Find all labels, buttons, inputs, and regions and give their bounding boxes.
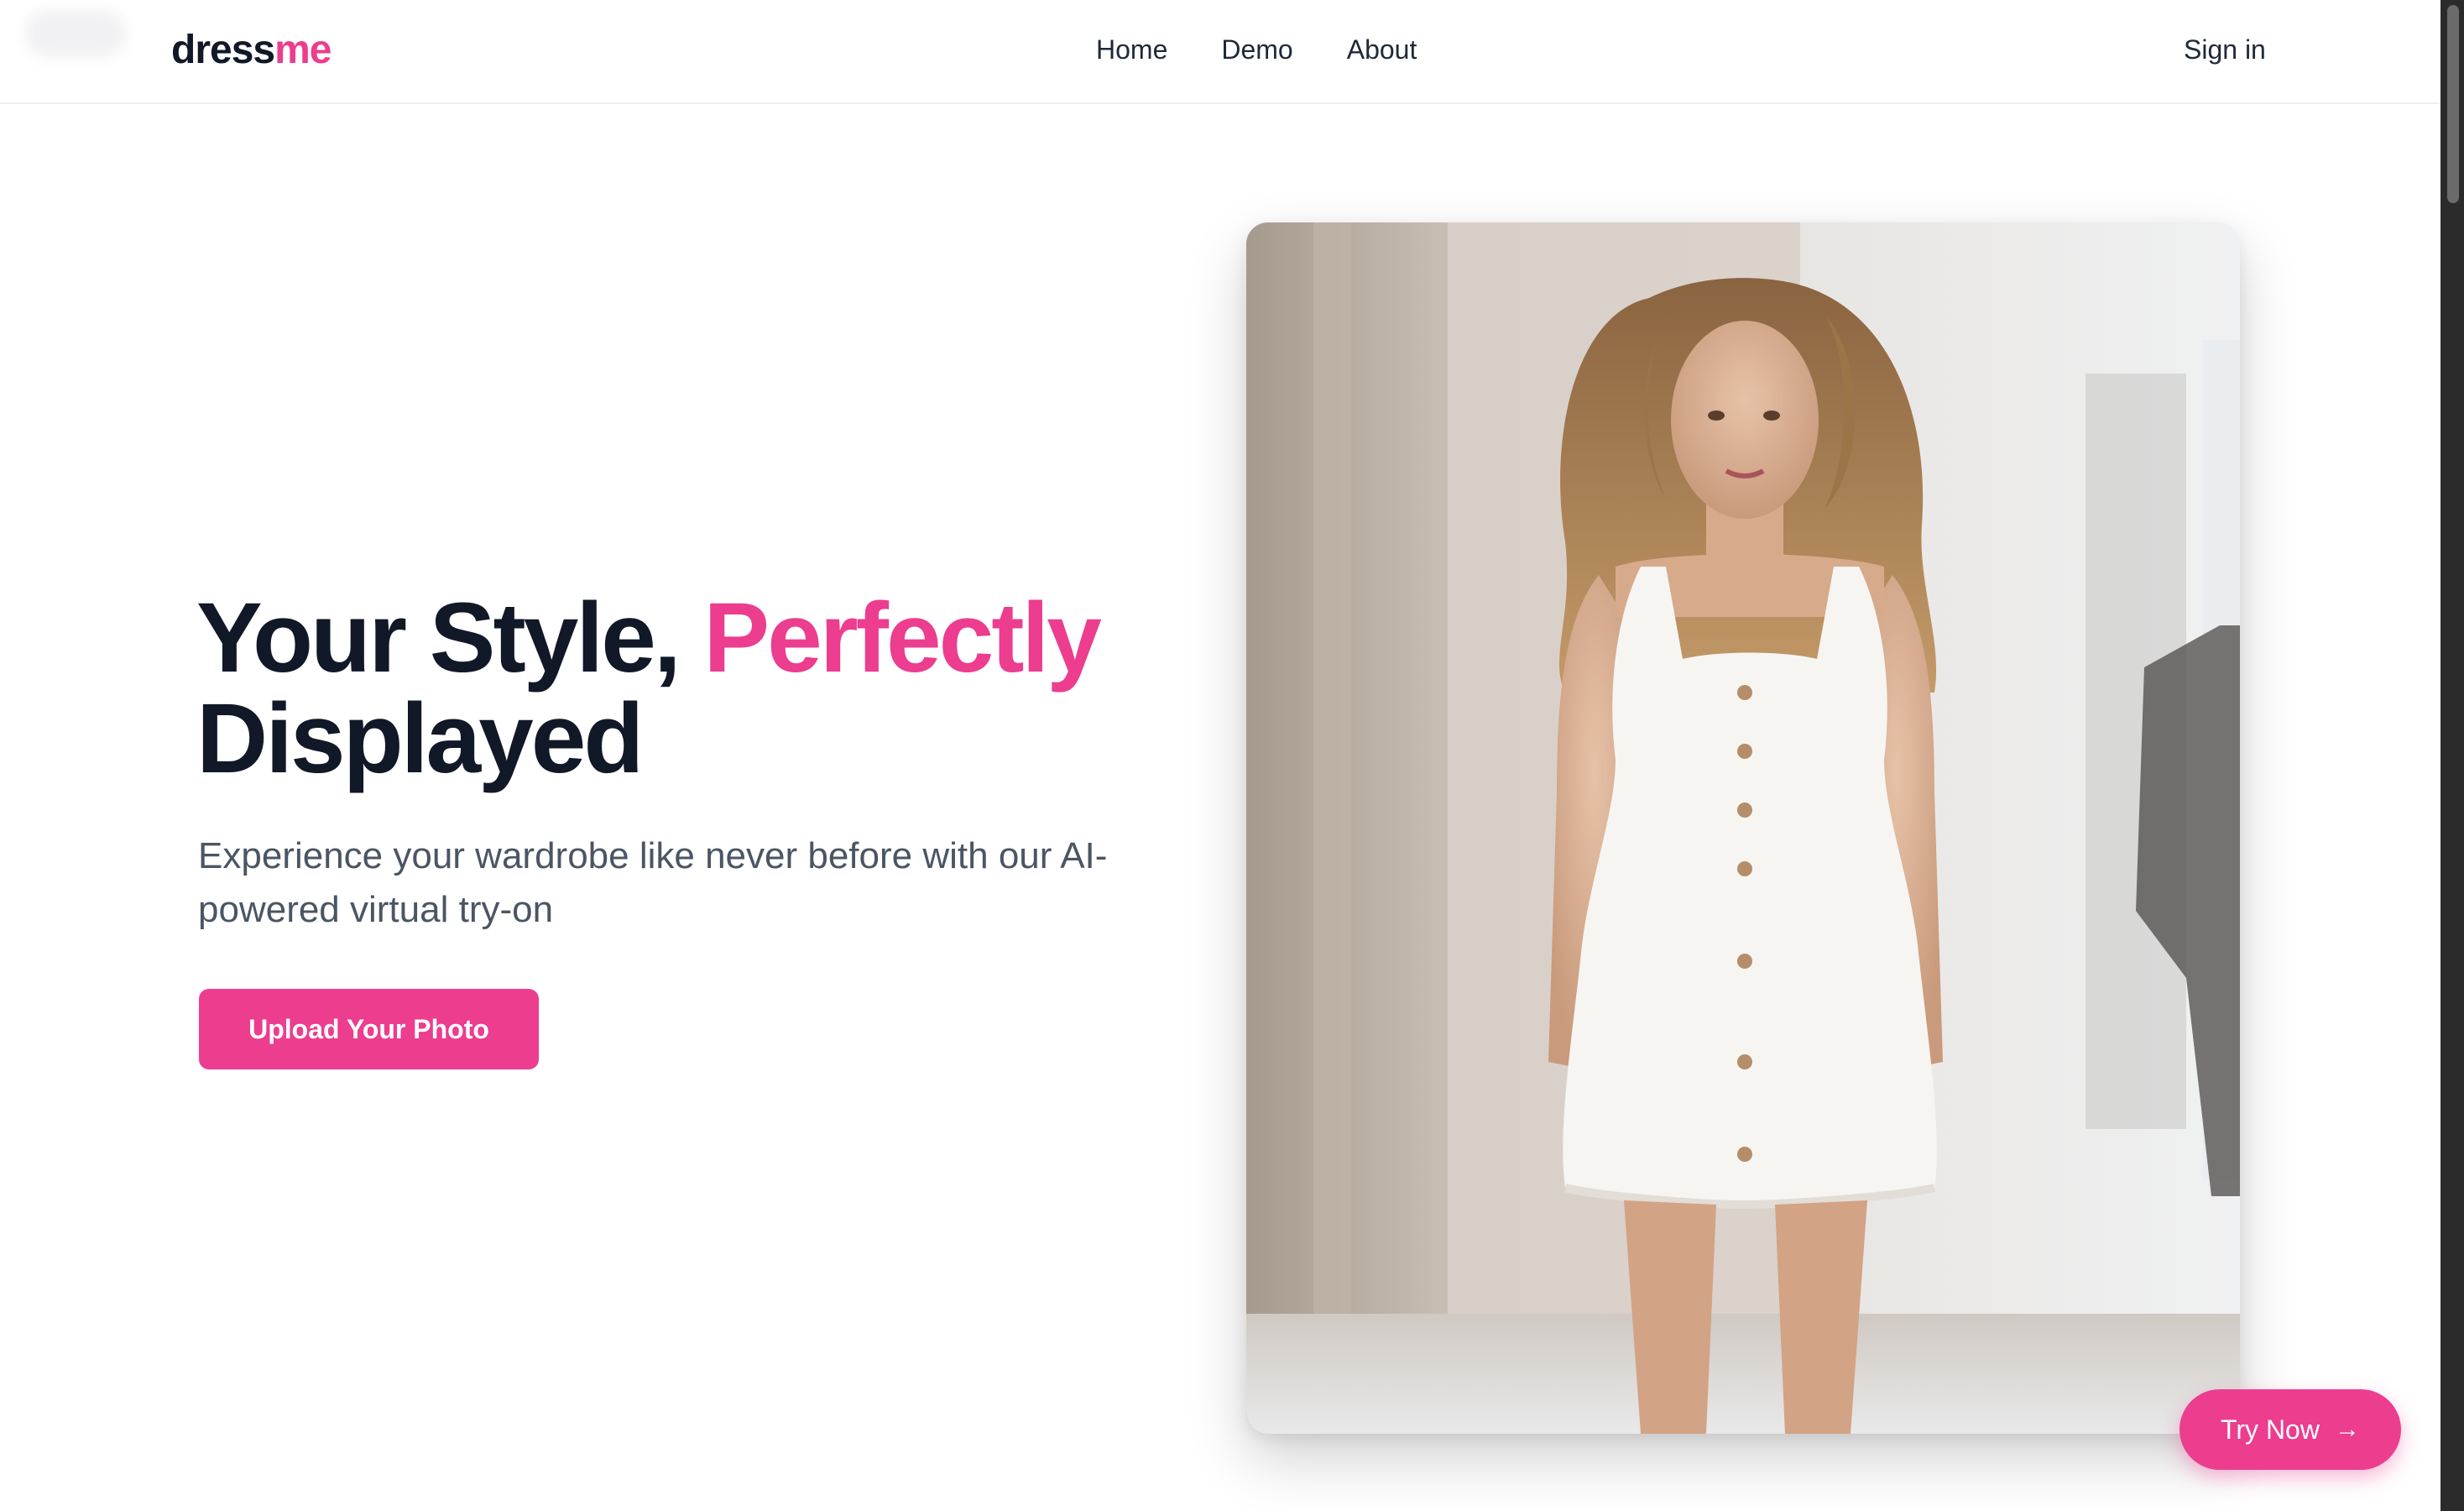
- navbar: dressme Home Demo About Sign in: [0, 0, 2441, 104]
- try-now-label: Try Now: [2221, 1414, 2320, 1445]
- blurred-element: [25, 10, 126, 57]
- hero-subtitle: Experience your wardrobe like never befo…: [198, 835, 1108, 930]
- upload-photo-button[interactable]: Upload Your Photo: [199, 989, 539, 1069]
- try-now-button[interactable]: Try Now →: [2179, 1389, 2401, 1470]
- hero-title-accent: Perfectly: [703, 583, 1102, 693]
- hero-title: Your Style, Perfectly Displayed: [196, 588, 1162, 789]
- page-scrollbar[interactable]: [2441, 0, 2464, 1511]
- page: dressme Home Demo About Sign in Your Sty…: [0, 0, 2464, 1511]
- logo[interactable]: dressme: [171, 25, 331, 76]
- hero-title-part2: Displayed: [196, 683, 644, 794]
- nav-about[interactable]: About: [1347, 30, 1417, 69]
- hero-title-part1: Your Style,: [196, 583, 704, 693]
- scrollbar-thumb[interactable]: [2447, 5, 2459, 203]
- logo-text-me: me: [274, 28, 331, 72]
- arrow-right-icon: →: [2334, 1415, 2360, 1443]
- fashion-model-photo-icon: [1246, 222, 2240, 1434]
- logo-text-dress: dress: [171, 28, 275, 72]
- hero-model-image: [1246, 222, 2240, 1434]
- main-nav: Home Demo About: [1096, 30, 1417, 69]
- nav-home[interactable]: Home: [1096, 30, 1167, 69]
- nav-demo[interactable]: Demo: [1221, 30, 1292, 69]
- sign-in-link[interactable]: Sign in: [2184, 30, 2266, 69]
